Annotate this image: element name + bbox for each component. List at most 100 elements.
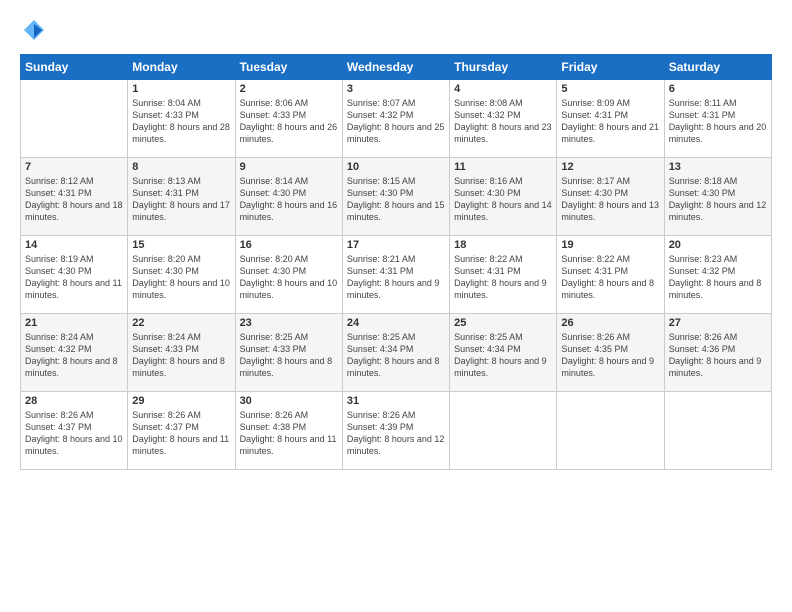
cell-info: Sunrise: 8:14 AMSunset: 4:30 PMDaylight:… [240,175,338,224]
calendar-cell: 31Sunrise: 8:26 AMSunset: 4:39 PMDayligh… [342,392,449,470]
cell-info: Sunrise: 8:18 AMSunset: 4:30 PMDaylight:… [669,175,767,224]
cell-info: Sunrise: 8:20 AMSunset: 4:30 PMDaylight:… [240,253,338,302]
day-number: 10 [347,161,445,173]
cell-info: Sunrise: 8:20 AMSunset: 4:30 PMDaylight:… [132,253,230,302]
cell-info: Sunrise: 8:12 AMSunset: 4:31 PMDaylight:… [25,175,123,224]
calendar-cell: 16 Sunrise: 8:20 AMSunset: 4:30 PMDayligh… [235,236,342,314]
day-number: 19 [561,239,659,251]
cell-info: Sunrise: 8:15 AMSunset: 4:30 PMDaylight:… [347,175,445,224]
cell-info: Sunrise: 8:16 AMSunset: 4:30 PMDaylight:… [454,175,552,224]
day-number: 6 [669,83,767,95]
calendar-week-row: 28 Sunrise: 8:26 AMSunset: 4:37 PMDayligh… [21,392,772,470]
calendar-cell: 18Sunrise: 8:22 AMSunset: 4:31 PMDayligh… [450,236,557,314]
cell-info: Sunrise: 8:25 AMSunset: 4:34 PMDaylight:… [454,331,552,380]
cell-info: Sunrise: 8:09 AMSunset: 4:31 PMDaylight:… [561,97,659,146]
calendar-cell: 10 Sunrise: 8:15 AMSunset: 4:30 PMDayligh… [342,158,449,236]
calendar-cell: 9 Sunrise: 8:14 AMSunset: 4:30 PMDaylight… [235,158,342,236]
cell-info: Sunrise: 8:22 AMSunset: 4:31 PMDaylight:… [561,253,659,302]
calendar-cell: 29 Sunrise: 8:26 AMSunset: 4:37 PMDayligh… [128,392,235,470]
cell-info: Sunrise: 8:11 AMSunset: 4:31 PMDaylight:… [669,97,767,146]
day-number: 17 [347,239,445,251]
weekday-header: Monday [128,55,235,80]
calendar-cell: 4Sunrise: 8:08 AMSunset: 4:32 PMDaylight… [450,80,557,158]
logo-icon [20,16,48,44]
day-number: 2 [240,83,338,95]
calendar-body: 1 Sunrise: 8:04 AMSunset: 4:33 PMDaylight… [21,80,772,470]
header [20,16,772,44]
day-number: 21 [25,317,123,329]
calendar-cell: 20 Sunrise: 8:23 AMSunset: 4:32 PMDayligh… [664,236,771,314]
cell-info: Sunrise: 8:26 AMSunset: 4:38 PMDaylight:… [240,409,338,458]
calendar-cell: 27 Sunrise: 8:26 AMSunset: 4:36 PMDayligh… [664,314,771,392]
cell-info: Sunrise: 8:26 AMSunset: 4:37 PMDaylight:… [25,409,123,458]
calendar-cell: 19 Sunrise: 8:22 AMSunset: 4:31 PMDayligh… [557,236,664,314]
calendar-cell: 21Sunrise: 8:24 AMSunset: 4:32 PMDayligh… [21,314,128,392]
cell-info: Sunrise: 8:13 AMSunset: 4:31 PMDaylight:… [132,175,230,224]
day-number: 23 [240,317,338,329]
calendar-cell: 13 Sunrise: 8:18 AMSunset: 4:30 PMDayligh… [664,158,771,236]
weekday-header: Wednesday [342,55,449,80]
weekday-header: Friday [557,55,664,80]
calendar-header-row: SundayMondayTuesdayWednesdayThursdayFrid… [21,55,772,80]
cell-info: Sunrise: 8:25 AMSunset: 4:34 PMDaylight:… [347,331,445,380]
calendar-cell: 30 Sunrise: 8:26 AMSunset: 4:38 PMDayligh… [235,392,342,470]
calendar-cell: 5 Sunrise: 8:09 AMSunset: 4:31 PMDaylight… [557,80,664,158]
day-number: 22 [132,317,230,329]
calendar-cell: 24 Sunrise: 8:25 AMSunset: 4:34 PMDayligh… [342,314,449,392]
day-number: 28 [25,395,123,407]
day-number: 18 [454,239,552,251]
day-number: 24 [347,317,445,329]
day-number: 12 [561,161,659,173]
weekday-header: Thursday [450,55,557,80]
day-number: 27 [669,317,767,329]
day-number: 14 [25,239,123,251]
calendar-cell: 15 Sunrise: 8:20 AMSunset: 4:30 PMDayligh… [128,236,235,314]
cell-info: Sunrise: 8:04 AMSunset: 4:33 PMDaylight:… [132,97,230,146]
day-number: 20 [669,239,767,251]
calendar-cell: 22Sunrise: 8:24 AMSunset: 4:33 PMDayligh… [128,314,235,392]
cell-info: Sunrise: 8:06 AMSunset: 4:33 PMDaylight:… [240,97,338,146]
day-number: 3 [347,83,445,95]
calendar-week-row: 14Sunrise: 8:19 AMSunset: 4:30 PMDayligh… [21,236,772,314]
calendar-cell: 25 Sunrise: 8:25 AMSunset: 4:34 PMDayligh… [450,314,557,392]
calendar-cell [21,80,128,158]
page: SundayMondayTuesdayWednesdayThursdayFrid… [0,0,792,612]
day-number: 26 [561,317,659,329]
logo [20,16,52,44]
weekday-header: Saturday [664,55,771,80]
calendar-cell [557,392,664,470]
cell-info: Sunrise: 8:26 AMSunset: 4:36 PMDaylight:… [669,331,767,380]
day-number: 16 [240,239,338,251]
day-number: 11 [454,161,552,173]
day-number: 1 [132,83,230,95]
calendar-week-row: 7Sunrise: 8:12 AMSunset: 4:31 PMDaylight… [21,158,772,236]
cell-info: Sunrise: 8:25 AMSunset: 4:33 PMDaylight:… [240,331,338,380]
calendar-cell: 8 Sunrise: 8:13 AMSunset: 4:31 PMDaylight… [128,158,235,236]
calendar-cell: 12 Sunrise: 8:17 AMSunset: 4:30 PMDayligh… [557,158,664,236]
calendar-cell: 28 Sunrise: 8:26 AMSunset: 4:37 PMDayligh… [21,392,128,470]
cell-info: Sunrise: 8:23 AMSunset: 4:32 PMDaylight:… [669,253,767,302]
cell-info: Sunrise: 8:26 AMSunset: 4:37 PMDaylight:… [132,409,230,458]
calendar-cell: 3Sunrise: 8:07 AMSunset: 4:32 PMDaylight… [342,80,449,158]
day-number: 25 [454,317,552,329]
day-number: 9 [240,161,338,173]
calendar-cell: 2 Sunrise: 8:06 AMSunset: 4:33 PMDaylight… [235,80,342,158]
calendar-cell: 23 Sunrise: 8:25 AMSunset: 4:33 PMDayligh… [235,314,342,392]
cell-info: Sunrise: 8:21 AMSunset: 4:31 PMDaylight:… [347,253,445,302]
calendar-cell: 1 Sunrise: 8:04 AMSunset: 4:33 PMDaylight… [128,80,235,158]
calendar-cell: 7Sunrise: 8:12 AMSunset: 4:31 PMDaylight… [21,158,128,236]
calendar-week-row: 1 Sunrise: 8:04 AMSunset: 4:33 PMDaylight… [21,80,772,158]
day-number: 5 [561,83,659,95]
calendar-cell: 6 Sunrise: 8:11 AMSunset: 4:31 PMDaylight… [664,80,771,158]
day-number: 8 [132,161,230,173]
calendar-week-row: 21Sunrise: 8:24 AMSunset: 4:32 PMDayligh… [21,314,772,392]
calendar-cell [450,392,557,470]
cell-info: Sunrise: 8:17 AMSunset: 4:30 PMDaylight:… [561,175,659,224]
weekday-header: Tuesday [235,55,342,80]
day-number: 31 [347,395,445,407]
day-number: 30 [240,395,338,407]
day-number: 15 [132,239,230,251]
day-number: 29 [132,395,230,407]
day-number: 13 [669,161,767,173]
cell-info: Sunrise: 8:26 AMSunset: 4:35 PMDaylight:… [561,331,659,380]
